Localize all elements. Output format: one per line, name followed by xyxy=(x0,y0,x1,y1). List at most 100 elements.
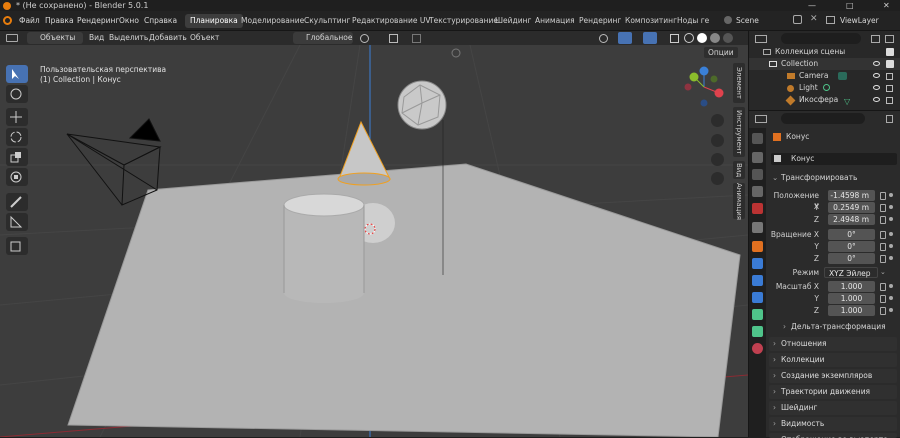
icosphere-object[interactable] xyxy=(397,80,447,130)
outliner-row[interactable]: Икосфера ▽ xyxy=(749,94,900,106)
motion-paths-panel[interactable]: Траектории движения xyxy=(769,385,897,399)
scene-name[interactable]: Scene xyxy=(736,16,759,25)
rotation-y-field[interactable]: 0° xyxy=(828,241,875,252)
pan-hand-icon[interactable] xyxy=(711,134,724,147)
object-settings-icon[interactable] xyxy=(752,241,763,252)
render-settings-icon[interactable] xyxy=(752,152,763,163)
properties-editor-icon[interactable] xyxy=(755,115,767,123)
new-collection-icon[interactable] xyxy=(885,35,894,43)
rotation-mode-select[interactable]: XYZ Эйлер xyxy=(824,267,878,278)
keyframe-dot-icon[interactable] xyxy=(889,205,893,209)
minimize-button[interactable]: — xyxy=(808,0,816,11)
relations-panel[interactable]: Отношения xyxy=(769,337,897,351)
maximize-button[interactable]: □ xyxy=(846,0,854,11)
shading-rendered-icon[interactable] xyxy=(723,33,733,43)
select-box-tool[interactable] xyxy=(6,65,28,83)
outliner-editor-icon[interactable] xyxy=(755,35,767,43)
menu-object[interactable]: Объект xyxy=(190,33,219,42)
rotate-tool[interactable] xyxy=(6,128,28,146)
eye-icon[interactable] xyxy=(873,73,880,78)
add-cube-tool[interactable] xyxy=(6,237,28,255)
particle-settings-icon[interactable] xyxy=(752,275,763,286)
keyframe-dot-icon[interactable] xyxy=(889,244,893,248)
outliner-row[interactable]: Camera xyxy=(749,70,900,82)
rotation-x-field[interactable]: 0° xyxy=(828,229,875,240)
menu-view[interactable]: Вид xyxy=(89,33,104,42)
render-icon[interactable] xyxy=(886,73,893,80)
instancing-panel[interactable]: Создание экземпляров xyxy=(769,369,897,383)
shading-solid-icon[interactable] xyxy=(697,33,707,43)
world-settings-icon[interactable] xyxy=(752,222,763,233)
visibility-icon[interactable] xyxy=(599,34,608,43)
lock-icon[interactable] xyxy=(880,307,886,315)
constraint-settings-icon[interactable] xyxy=(752,309,763,320)
tab-tool[interactable]: Инструмент xyxy=(733,107,745,157)
3d-viewport[interactable]: Пользовательская перспектива (1) Collect… xyxy=(0,45,748,437)
physics-settings-icon[interactable] xyxy=(752,292,763,303)
transform-panel-header[interactable]: ⌄ Трансформировать xyxy=(771,171,897,185)
object-name-field[interactable]: Конус xyxy=(771,153,897,165)
cone-object[interactable] xyxy=(337,120,391,186)
menu-add[interactable]: Добавить xyxy=(149,33,187,42)
light-object[interactable] xyxy=(451,48,461,58)
tab-rendering[interactable]: Рендеринг xyxy=(574,14,626,28)
lock-icon[interactable] xyxy=(880,283,886,291)
menu-edit[interactable]: Правка xyxy=(45,16,74,25)
tab-view[interactable]: Вид xyxy=(733,161,745,179)
xray-icon[interactable] xyxy=(670,34,679,43)
lock-icon[interactable] xyxy=(880,204,886,212)
visibility-panel[interactable]: Видимость xyxy=(769,417,897,431)
tab-uv-editing[interactable]: Редактирование UV xyxy=(347,14,435,28)
annotate-tool[interactable] xyxy=(6,193,28,211)
lock-icon[interactable] xyxy=(880,216,886,224)
overlay-toggle-icon[interactable] xyxy=(643,32,657,44)
blender-menu-icon[interactable] xyxy=(3,16,12,25)
eye-icon[interactable] xyxy=(873,85,880,90)
scale-z-field[interactable]: 1.000 xyxy=(828,305,875,316)
menu-render[interactable]: Рендеринг xyxy=(77,16,119,25)
camera-object[interactable] xyxy=(66,118,162,206)
plane-object[interactable] xyxy=(67,163,741,437)
lock-icon[interactable] xyxy=(880,295,886,303)
menu-help[interactable]: Справка xyxy=(144,16,177,25)
exclude-checkbox[interactable] xyxy=(886,48,894,56)
tab-geometry-nodes[interactable]: Ноды ге xyxy=(672,14,714,28)
outliner-row[interactable]: Коллекция сцены xyxy=(749,46,900,58)
outliner-search-input[interactable] xyxy=(781,33,861,44)
outliner-row[interactable]: Light xyxy=(749,82,900,94)
menu-window[interactable]: Окно xyxy=(119,16,139,25)
cylinder-object[interactable] xyxy=(283,193,365,303)
render-icon[interactable] xyxy=(886,97,893,104)
location-y-field[interactable]: 0.2549 m xyxy=(828,202,875,213)
output-settings-icon[interactable] xyxy=(752,169,763,180)
exclude-checkbox[interactable] xyxy=(886,60,894,68)
lock-icon[interactable] xyxy=(880,192,886,200)
grid-toggle-icon[interactable] xyxy=(711,172,724,185)
viewport-display-panel[interactable]: Отображение во вьюпорте xyxy=(769,433,897,438)
zoom-icon[interactable] xyxy=(711,114,724,127)
remove-scene-icon[interactable]: ✕ xyxy=(810,14,818,24)
keyframe-dot-icon[interactable] xyxy=(889,232,893,236)
material-settings-icon[interactable] xyxy=(752,343,763,354)
object-data-settings-icon[interactable] xyxy=(752,326,763,337)
lock-icon[interactable] xyxy=(880,243,886,251)
transform-tool[interactable] xyxy=(6,168,28,186)
keyframe-dot-icon[interactable] xyxy=(889,308,893,312)
keyframe-dot-icon[interactable] xyxy=(889,193,893,197)
move-tool[interactable] xyxy=(6,108,28,126)
scale-tool[interactable] xyxy=(6,148,28,166)
shading-material-icon[interactable] xyxy=(710,33,720,43)
snap-icon[interactable] xyxy=(389,34,398,43)
lock-icon[interactable] xyxy=(880,255,886,263)
scene-settings-icon[interactable] xyxy=(752,203,763,214)
eye-icon[interactable] xyxy=(873,61,880,66)
measure-tool[interactable] xyxy=(6,213,28,231)
proportional-edit-icon[interactable] xyxy=(412,34,421,43)
collections-panel[interactable]: Коллекции xyxy=(769,353,897,367)
new-scene-icon[interactable] xyxy=(793,15,802,24)
location-x-field[interactable]: -1.4598 m xyxy=(828,190,875,201)
tab-item[interactable]: Элемент xyxy=(733,63,745,103)
tab-animation-side[interactable]: Анимация xyxy=(733,183,745,220)
scale-x-field[interactable]: 1.000 xyxy=(828,281,875,292)
cursor-tool[interactable] xyxy=(6,85,28,103)
